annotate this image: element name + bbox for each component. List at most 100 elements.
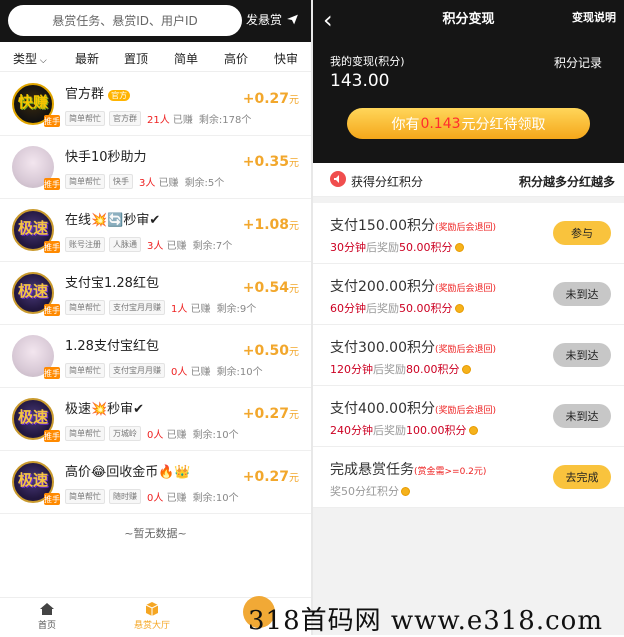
task-title: 快手10秒助力	[65, 150, 147, 165]
reward-amount: +0.35元	[242, 154, 299, 170]
reward-amount: +0.27元	[242, 406, 299, 422]
remain-count: 剩余:9个	[216, 304, 257, 315]
reward-amount: +0.54元	[242, 280, 299, 296]
task-row[interactable]: 极速 推手 极速💥秒审✔ 简单帮忙 万城岭 0人 已赚 剩余:10个 +0.27元	[0, 388, 311, 451]
speaker-icon	[330, 171, 346, 187]
row-subtitle: 奖50分红积分	[330, 483, 410, 499]
avatar-badge: 推手	[44, 115, 60, 127]
task-hall-pane: 悬赏任务、悬赏ID、用户ID 发悬赏 类型 ⌵ 最新 置顶 简单 高价 快审 快…	[0, 0, 311, 635]
task-row[interactable]: 推手 1.28支付宝红包 简单帮忙 支付宝月月赚 0人 已赚 剩余:10个 +0.50…	[0, 325, 311, 388]
claim-prefix: 你有	[391, 116, 420, 133]
task-meta: 简单帮忙 万城岭 0人 已赚 剩余:10个	[65, 426, 239, 441]
row-title: 完成悬赏任务(赏金需>=0.2元)	[330, 462, 487, 478]
avatar-badge: 推手	[44, 493, 60, 505]
reward-amount: +1.08元	[242, 217, 299, 233]
avatar-badge: 推手	[44, 241, 60, 253]
filter-high-price[interactable]: 高价	[224, 50, 248, 67]
points-record-link[interactable]: 积分记录	[554, 54, 602, 71]
remain-count: 剩余:10个	[216, 367, 263, 378]
task-row[interactable]: 快赚 推手 官方群 官方 简单帮忙 官方群 21人 已赚 剩余:178个 +0.27元	[0, 73, 311, 136]
avatar-badge: 推手	[44, 178, 60, 190]
row-title: 支付150.00积分(奖励后会退回)	[330, 218, 497, 234]
remain-count: 剩余:5个	[184, 178, 225, 189]
tag: 简单帮忙	[65, 426, 105, 441]
done-count: 0人 已赚	[147, 493, 187, 504]
not-reached-button[interactable]: 未到达	[553, 343, 611, 367]
join-button[interactable]: 参与	[553, 221, 611, 245]
not-reached-button[interactable]: 未到达	[553, 282, 611, 306]
tag: 简单帮忙	[65, 174, 105, 189]
home-icon	[40, 603, 54, 615]
exchange-row: 支付150.00积分(奖励后会退回) 30分钟后奖励50.00积分 参与	[313, 203, 624, 264]
tab-home[interactable]: 首页	[38, 602, 56, 631]
task-title: 1.28支付宝红包	[65, 339, 159, 354]
tag: 支付宝月月赚	[109, 363, 165, 378]
done-count: 1人 已赚	[171, 304, 211, 315]
task-title: 官方群 官方	[65, 83, 131, 102]
task-title: 在线💥🔄秒审✔	[65, 213, 161, 228]
go-complete-button[interactable]: 去完成	[553, 465, 611, 489]
not-reached-button[interactable]: 未到达	[553, 404, 611, 428]
done-count: 0人 已赚	[147, 430, 187, 441]
task-row[interactable]: 推手 快手10秒助力 简单帮忙 快手 3人 已赚 剩余:5个 +0.35元	[0, 136, 311, 199]
section-title: 获得分红积分	[351, 175, 424, 189]
task-row[interactable]: 极速 推手 支付宝1.28红包 简单帮忙 支付宝月月赚 1人 已赚 剩余:9个 +0.…	[0, 262, 311, 325]
points-cashout-pane: ‹ 积分变现 变现说明 我的变现(积分) 143.00 积分记录 你有 0.143…	[313, 0, 624, 635]
filter-type[interactable]: 类型 ⌵	[13, 50, 47, 67]
tag: 简单帮忙	[65, 363, 105, 378]
tab-reward-hall-label: 悬赏大厅	[134, 621, 171, 631]
row-subtitle: 240分钟后奖励100.00积分	[330, 422, 478, 438]
avatar-text: 极速	[17, 219, 48, 237]
exchange-row: 支付200.00积分(奖励后会退回) 60分钟后奖励50.00积分 未到达	[313, 264, 624, 325]
search-input[interactable]: 悬赏任务、悬赏ID、用户ID	[8, 5, 242, 36]
avatar-text: 极速	[17, 471, 48, 489]
task-meta: 简单帮忙 支付宝月月赚 1人 已赚 剩余:9个	[65, 300, 256, 315]
task-meta: 简单帮忙 快手 3人 已赚 剩余:5个	[65, 174, 224, 189]
tag: 人脉通	[109, 237, 141, 252]
exchange-row: 支付300.00积分(奖励后会退回) 120分钟后奖励80.00积分 未到达	[313, 325, 624, 386]
coin-icon	[468, 426, 478, 435]
tag: 官方群	[109, 111, 141, 126]
tab-reward-hall[interactable]: 悬赏大厅	[134, 602, 170, 631]
row-subtitle: 30分钟后奖励50.00积分	[330, 239, 464, 255]
done-count: 21人 已赚	[147, 115, 193, 126]
tag: 简单帮忙	[65, 489, 105, 504]
task-meta: 账号注册 人脉通 3人 已赚 剩余:7个	[65, 237, 232, 252]
reward-amount: +0.27元	[242, 91, 299, 107]
remain-count: 剩余:10个	[192, 493, 239, 504]
filter-latest[interactable]: 最新	[75, 50, 99, 67]
no-more-data: ~暂无数据~	[124, 527, 187, 540]
post-reward-label: 发悬赏	[246, 13, 283, 27]
coin-icon	[454, 304, 464, 313]
explain-link[interactable]: 变现说明	[572, 9, 616, 25]
coin-icon	[401, 487, 410, 496]
cashout-header: ‹ 积分变现 变现说明 我的变现(积分) 143.00 积分记录 你有 0.143…	[313, 0, 624, 163]
done-count: 3人 已赚	[147, 241, 187, 252]
tag: 简单帮忙	[65, 111, 105, 126]
filter-fast-review[interactable]: 快审	[274, 50, 298, 67]
claim-dividend-button[interactable]: 你有 0.143 元分红待领取	[347, 108, 590, 139]
tag: 账号注册	[65, 237, 105, 252]
tag: 支付宝月月赚	[109, 300, 165, 315]
tag: 快手	[109, 174, 133, 189]
chevron-down-icon: ⌵	[37, 56, 47, 66]
box-icon	[145, 602, 159, 616]
post-reward-button[interactable]: 发悬赏	[246, 11, 299, 28]
task-row[interactable]: 极速 推手 在线💥🔄秒审✔ 账号注册 人脉通 3人 已赚 剩余:7个 +1.08元	[0, 199, 311, 262]
avatar-badge: 推手	[44, 430, 60, 442]
task-row[interactable]: 极速 推手 高价😂回收金币🔥👑 简单帮忙 随时赚 0人 已赚 剩余:10个 +0.27…	[0, 451, 311, 514]
task-meta: 简单帮忙 官方群 21人 已赚 剩余:178个	[65, 111, 251, 126]
filter-simple[interactable]: 简单	[174, 50, 198, 67]
my-cashout-label: 我的变现(积分)	[330, 55, 405, 68]
done-count: 3人 已赚	[139, 178, 179, 189]
row-subtitle: 60分钟后奖励50.00积分	[330, 300, 464, 316]
reward-amount: +0.50元	[242, 343, 299, 359]
remain-count: 剩余:7个	[192, 241, 233, 252]
coin-icon	[461, 365, 471, 374]
watermark: 318首码网 www.e318.com	[248, 606, 603, 636]
tag: 随时赚	[109, 489, 141, 504]
filter-pinned[interactable]: 置顶	[124, 50, 148, 67]
task-title: 极速💥秒审✔	[65, 402, 145, 417]
avatar-text: 快赚	[17, 93, 48, 111]
avatar-text: 极速	[17, 408, 48, 426]
